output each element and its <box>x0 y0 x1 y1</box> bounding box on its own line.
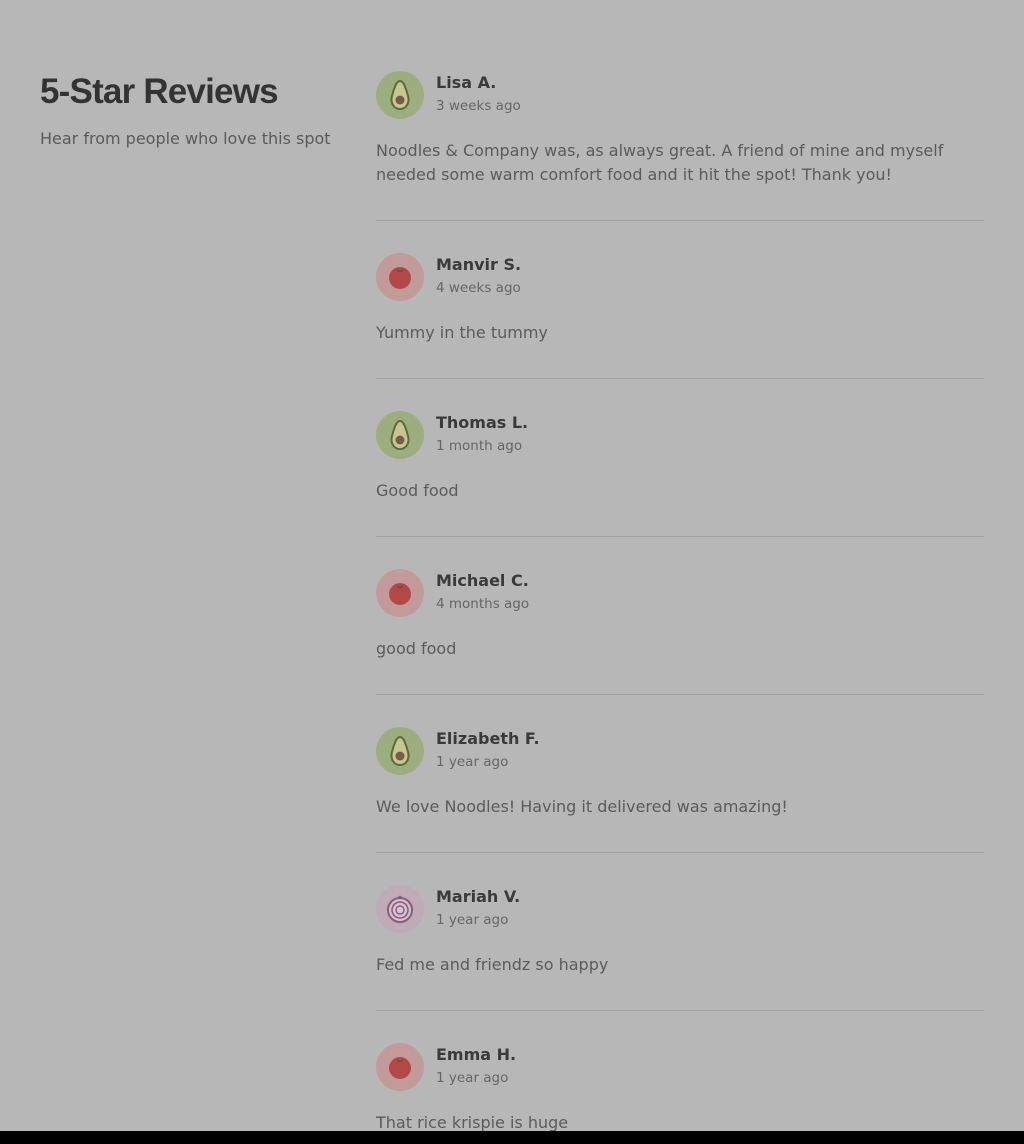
tomato-icon <box>376 569 424 617</box>
reviewer-name: Mariah V. <box>436 887 521 906</box>
reviews-page: 5-Star Reviews Hear from people who love… <box>0 0 1024 1144</box>
review-item: Elizabeth F. 1 year ago We love Noodles!… <box>376 727 984 853</box>
reviewer-name: Elizabeth F. <box>436 729 540 748</box>
reviewer-name: Thomas L. <box>436 413 529 432</box>
review-text: Good food <box>376 481 459 500</box>
bottom-bar <box>0 1131 1024 1144</box>
tomato-icon <box>376 253 424 301</box>
review-header: Mariah V. 1 year ago <box>376 885 984 933</box>
review-date: 4 weeks ago <box>436 280 521 296</box>
review-header: Manvir S. 4 weeks ago <box>376 253 984 301</box>
section-subtitle: Hear from people who love this spot <box>40 129 331 148</box>
review-text: We love Noodles! Having it delivered was… <box>376 797 788 816</box>
review-date: 1 year ago <box>436 912 509 928</box>
reviewer-name: Emma H. <box>436 1045 517 1064</box>
section-title: 5-Star Reviews <box>40 72 279 111</box>
review-text: good food <box>376 639 457 658</box>
review-item: Michael C. 4 months ago good food <box>376 569 984 695</box>
review-header: Emma H. 1 year ago <box>376 1043 984 1091</box>
avocado-icon <box>376 411 424 459</box>
review-item: Thomas L. 1 month ago Good food <box>376 411 984 537</box>
reviews-header: 5-Star Reviews Hear from people who love… <box>40 70 340 150</box>
review-item: Manvir S. 4 weeks ago Yummy in the tummy <box>376 253 984 379</box>
reviewer-name: Michael C. <box>436 571 529 590</box>
review-item: Emma H. 1 year ago That rice krispie is … <box>376 1043 984 1144</box>
reviewer-name: Lisa A. <box>436 73 497 92</box>
review-meta: Mariah V. 1 year ago <box>436 886 520 929</box>
review-header: Lisa A. 3 weeks ago <box>376 71 984 119</box>
review-meta: Manvir S. 4 weeks ago <box>436 254 521 297</box>
avocado-icon <box>376 727 424 775</box>
review-date: 1 year ago <box>436 754 509 770</box>
tomato-icon <box>376 1043 424 1091</box>
review-header: Michael C. 4 months ago <box>376 569 984 617</box>
review-header: Elizabeth F. 1 year ago <box>376 727 984 775</box>
review-text: Fed me and friendz so happy <box>376 955 609 974</box>
reviewer-name: Manvir S. <box>436 255 522 274</box>
review-date: 3 weeks ago <box>436 98 521 114</box>
avocado-icon <box>376 71 424 119</box>
review-meta: Michael C. 4 months ago <box>436 570 529 613</box>
review-item: Mariah V. 1 year ago Fed me and friendz … <box>376 885 984 1011</box>
review-date: 4 months ago <box>436 596 530 612</box>
review-date: 1 month ago <box>436 438 523 454</box>
review-text: Noodles & Company was, as always great. … <box>376 141 944 184</box>
review-text: Yummy in the tummy <box>376 323 548 342</box>
review-date: 1 year ago <box>436 1070 509 1086</box>
reviews-list: Lisa A. 3 weeks ago Noodles & Company wa… <box>376 71 984 1144</box>
review-item: Lisa A. 3 weeks ago Noodles & Company wa… <box>376 71 984 221</box>
review-meta: Emma H. 1 year ago <box>436 1044 516 1087</box>
review-meta: Lisa A. 3 weeks ago <box>436 72 521 115</box>
review-header: Thomas L. 1 month ago <box>376 411 984 459</box>
review-meta: Thomas L. 1 month ago <box>436 412 528 455</box>
onion-icon <box>376 885 424 933</box>
review-meta: Elizabeth F. 1 year ago <box>436 728 540 771</box>
